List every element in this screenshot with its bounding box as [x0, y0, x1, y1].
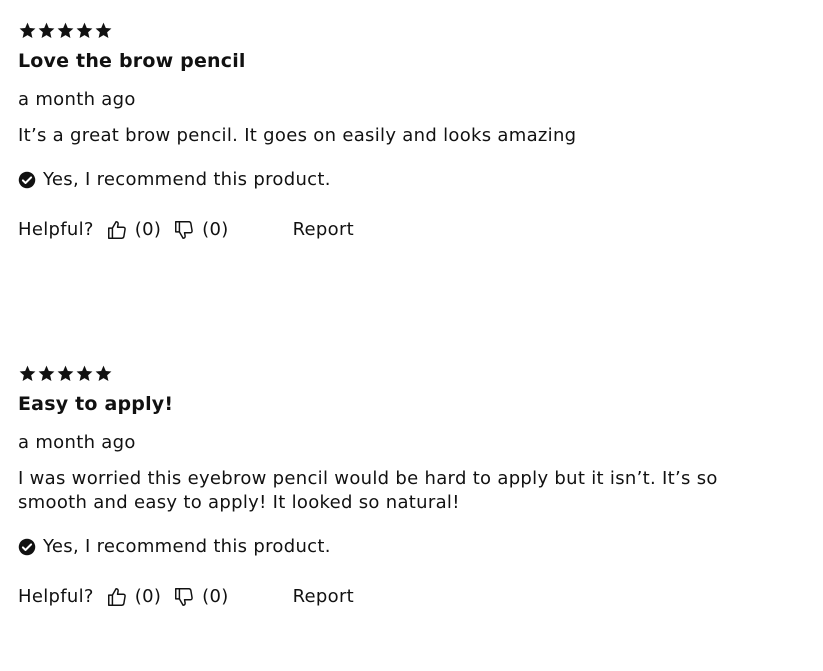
review-date: a month ago: [18, 89, 136, 110]
star-icon: [18, 364, 37, 383]
check-circle-icon: [18, 538, 36, 556]
star-icon: [94, 21, 113, 40]
review-body: It’s a great brow pencil. It goes on eas…: [18, 125, 577, 146]
star-icon: [37, 21, 56, 40]
thumbs-down-icon: [173, 219, 195, 241]
helpful-row: Helpful? (0) (0) Report: [18, 585, 808, 609]
recommend-text: Yes, I recommend this product.: [43, 536, 331, 557]
helpful-row: Helpful? (0) (0) Report: [18, 218, 808, 242]
check-circle-icon: [18, 171, 36, 189]
report-link[interactable]: Report: [293, 585, 354, 609]
star-icon: [75, 21, 94, 40]
thumbs-up-button[interactable]: (0): [106, 585, 161, 609]
thumbs-down-count: (0): [202, 586, 229, 607]
review-date: a month ago: [18, 432, 136, 453]
recommend-row: Yes, I recommend this product.: [18, 168, 808, 192]
review-card: Love the brow pencil a month ago It’s a …: [18, 18, 808, 242]
review-body: I was worried this eyebrow pencil would …: [18, 468, 718, 513]
helpful-label: Helpful?: [18, 219, 94, 240]
thumbs-up-icon: [106, 219, 128, 241]
helpful-label: Helpful?: [18, 586, 94, 607]
thumbs-down-button[interactable]: (0): [173, 218, 228, 242]
thumbs-up-button[interactable]: (0): [106, 218, 161, 242]
star-icon: [94, 364, 113, 383]
thumbs-up-count: (0): [134, 586, 162, 607]
report-link[interactable]: Report: [293, 218, 354, 242]
star-icon: [37, 364, 56, 383]
thumbs-down-count: (0): [202, 219, 229, 240]
star-rating: [18, 18, 808, 42]
recommend-row: Yes, I recommend this product.: [18, 535, 808, 559]
thumbs-down-button[interactable]: (0): [173, 585, 228, 609]
review-card: Easy to apply! a month ago I was worried…: [18, 361, 808, 609]
star-icon: [56, 364, 75, 383]
review-title: Easy to apply!: [18, 393, 174, 415]
recommend-text: Yes, I recommend this product.: [43, 169, 331, 190]
star-icon: [56, 21, 75, 40]
star-rating: [18, 361, 808, 385]
thumbs-down-icon: [173, 586, 195, 608]
review-title: Love the brow pencil: [18, 50, 246, 72]
thumbs-up-icon: [106, 586, 128, 608]
thumbs-up-count: (0): [134, 219, 162, 240]
star-icon: [18, 21, 37, 40]
star-icon: [75, 364, 94, 383]
